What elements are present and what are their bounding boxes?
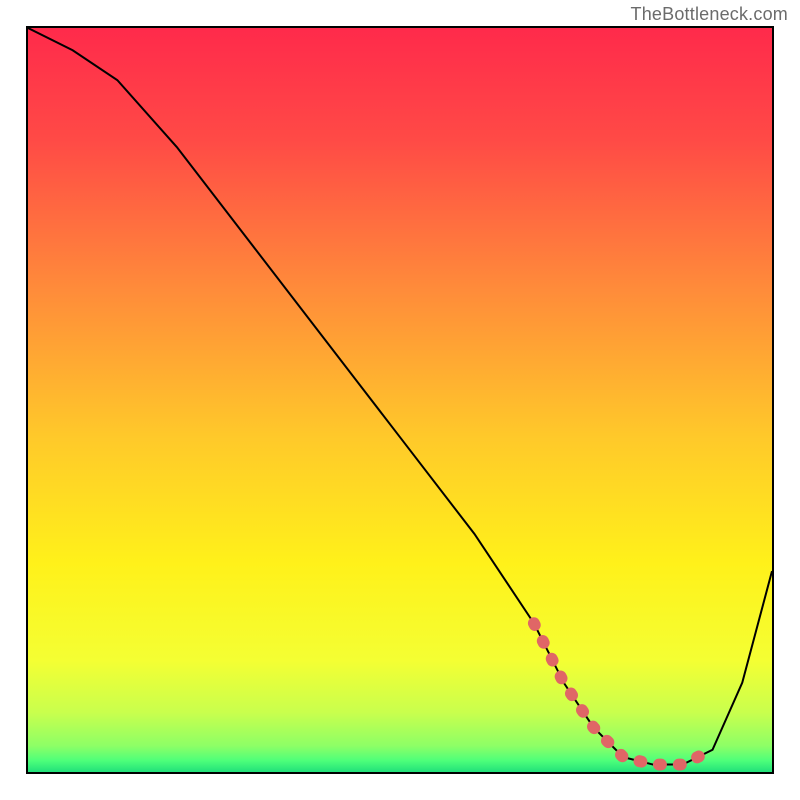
plot-area [26, 26, 774, 774]
watermark-label: TheBottleneck.com [631, 4, 788, 25]
gradient-background [28, 28, 772, 772]
chart-canvas: TheBottleneck.com [0, 0, 800, 800]
plot-svg [28, 28, 772, 772]
